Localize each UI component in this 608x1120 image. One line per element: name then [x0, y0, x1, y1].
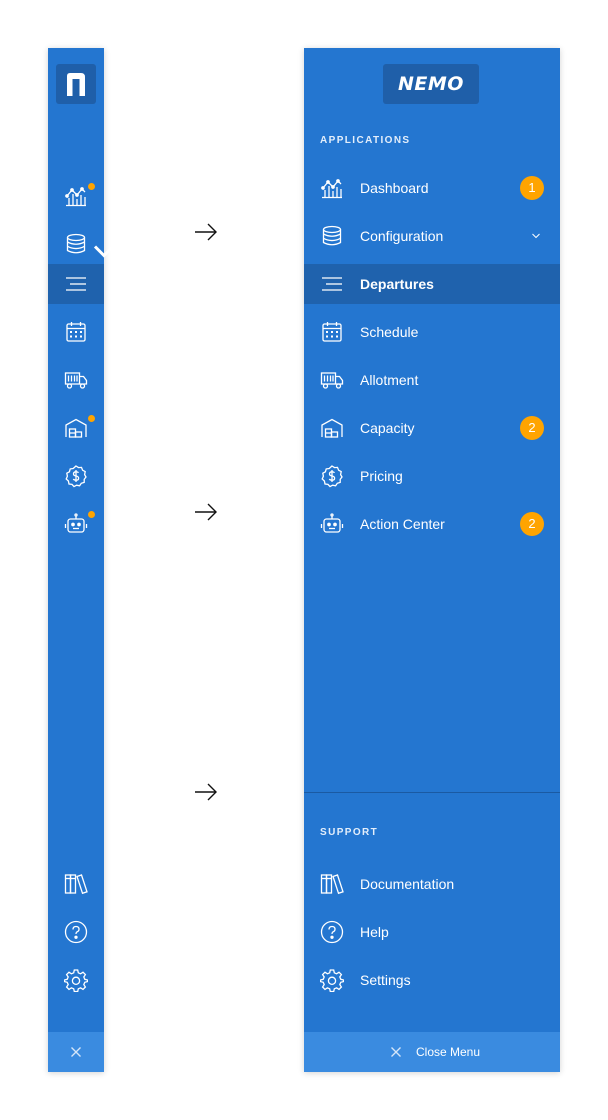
- divider: [304, 792, 560, 793]
- nav-label: Help: [360, 924, 389, 940]
- list-icon: [320, 272, 344, 296]
- truck-icon: [320, 368, 344, 392]
- n-logo-icon[interactable]: [56, 64, 96, 104]
- close-icon: [71, 1047, 81, 1057]
- rail-item-departures[interactable]: [48, 264, 104, 304]
- nav-item-dashboard[interactable]: Dashboard 1: [304, 168, 560, 208]
- gear-icon: [64, 969, 88, 992]
- help-icon: [64, 920, 88, 944]
- chart-icon: [65, 187, 86, 207]
- dollar-icon: [65, 465, 87, 488]
- section-title-support: SUPPORT: [320, 827, 379, 838]
- rail-item-allotment[interactable]: [48, 360, 104, 400]
- close-icon: [391, 1047, 401, 1057]
- chart-icon: [320, 176, 344, 200]
- nav-label: Capacity: [360, 420, 415, 436]
- nav-label: Dashboard: [360, 180, 429, 196]
- nav-item-pricing[interactable]: Pricing: [304, 456, 560, 496]
- nav-label: Configuration: [360, 228, 444, 244]
- help-icon: [320, 920, 344, 944]
- expanded-sidebar: NEMO APPLICATIONS Dashboard 1 Configurat…: [304, 48, 560, 1072]
- nav-item-capacity[interactable]: Capacity 2: [304, 408, 560, 448]
- notification-badge: 1: [520, 176, 544, 200]
- warehouse-icon: [320, 416, 344, 440]
- nav-item-documentation[interactable]: Documentation: [304, 864, 560, 904]
- notification-dot: [88, 183, 95, 190]
- rail-close-button[interactable]: [48, 1032, 104, 1072]
- rail-item-documentation[interactable]: [48, 864, 104, 904]
- robot-icon: [64, 513, 88, 533]
- warehouse-icon: [65, 418, 87, 438]
- truck-icon: [64, 372, 88, 389]
- nemo-logo[interactable]: NEMO: [383, 64, 479, 104]
- section-title-applications: APPLICATIONS: [320, 135, 411, 146]
- nav-item-action-center[interactable]: Action Center 2: [304, 504, 560, 544]
- nav-label: Allotment: [360, 372, 419, 388]
- notification-badge: 2: [520, 416, 544, 440]
- nav-item-allotment[interactable]: Allotment: [304, 360, 560, 400]
- calendar-icon: [320, 320, 344, 344]
- gear-icon: [319, 968, 345, 993]
- rail-item-capacity[interactable]: [48, 408, 104, 448]
- rail-item-dashboard[interactable]: [48, 176, 104, 216]
- chevron-down-icon: [93, 245, 115, 258]
- chevron-down-icon[interactable]: [531, 232, 541, 240]
- books-icon: [64, 874, 88, 895]
- close-menu-button[interactable]: Close Menu: [304, 1032, 560, 1072]
- nav-label: Pricing: [360, 468, 403, 484]
- calendar-icon: [66, 322, 86, 342]
- rail-item-settings[interactable]: [48, 960, 104, 1000]
- notification-dot: [88, 511, 95, 518]
- collapsed-sidebar: [48, 48, 115, 1072]
- nav-item-help[interactable]: Help: [304, 912, 560, 952]
- nav-item-configuration[interactable]: Configuration: [304, 216, 560, 256]
- notification-dot: [88, 415, 95, 422]
- nav-label: Action Center: [360, 516, 445, 532]
- rail-item-schedule[interactable]: [48, 312, 104, 352]
- nav-item-settings[interactable]: Settings: [304, 960, 560, 1000]
- nav-label: Schedule: [360, 324, 419, 340]
- rail-item-help[interactable]: [48, 912, 104, 952]
- nav-label: Documentation: [360, 876, 455, 892]
- list-icon: [66, 277, 86, 291]
- nav-label: Settings: [360, 972, 411, 988]
- nav-label: Departures: [360, 276, 434, 292]
- dollar-icon: [320, 464, 344, 488]
- logo-text: NEMO: [398, 73, 464, 95]
- close-menu-label: Close Menu: [416, 1045, 481, 1059]
- arrow-right-icon: [195, 503, 217, 521]
- database-icon: [66, 233, 86, 254]
- nav-item-departures[interactable]: Departures: [304, 264, 560, 304]
- notification-badge: 2: [520, 512, 544, 536]
- arrow-right-icon: [195, 783, 217, 801]
- arrow-right-icon: [195, 223, 217, 241]
- robot-icon: [320, 512, 344, 536]
- database-icon: [320, 224, 344, 248]
- rail-item-configuration[interactable]: [48, 224, 115, 264]
- rail-item-pricing[interactable]: [48, 456, 104, 496]
- rail-item-action-center[interactable]: [48, 504, 104, 544]
- nav-item-schedule[interactable]: Schedule: [304, 312, 560, 352]
- books-icon: [320, 872, 344, 896]
